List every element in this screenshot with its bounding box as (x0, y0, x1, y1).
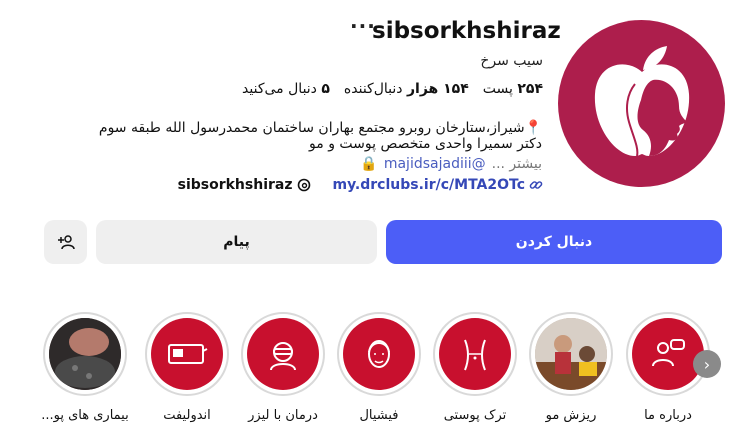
highlight-label: ترک پوستی (443, 408, 507, 423)
highlight-skin-diseases[interactable]: بیماری های پو... (40, 312, 130, 423)
posts-count[interactable]: ۲۵۴ پست (483, 81, 543, 97)
message-button[interactable]: پیام (96, 220, 377, 264)
laser-face-icon (270, 342, 296, 371)
profile-avatar[interactable] (558, 20, 725, 187)
body-torso-icon (464, 339, 486, 371)
followers-count[interactable]: ۱۵۴ هزار دنبال‌کننده (344, 81, 469, 97)
bio-line-address: 📍شیراز،ستارخان روبرو مجتمع بهاران ساختما… (98, 120, 542, 136)
bio-more-row: بیشتر ... @majidsajadiii 🔒 (360, 156, 542, 172)
highlight-label: درمان با لیزر (248, 408, 318, 423)
follow-button[interactable]: دنبال کردن (386, 220, 722, 264)
chat-people-icon (652, 339, 685, 367)
highlight-stretch-marks[interactable]: ترک پوستی (430, 312, 520, 423)
suggest-users-button[interactable] (44, 220, 87, 264)
profile-bio: 📍شیراز،ستارخان روبرو مجتمع بهاران ساختما… (99, 120, 542, 152)
profile-full-name: سیب سرخ (480, 53, 543, 69)
profile-stats: ۲۵۴ پست ۱۵۴ هزار دنبال‌کننده ۵ دنبال می‌… (242, 81, 543, 97)
device-icon (168, 344, 208, 364)
website-link[interactable]: my.drclubs.ir/c/MTA2OTc (333, 177, 544, 193)
highlight-label: فیشیال (359, 408, 399, 423)
highlight-facial[interactable]: فیشیال (334, 312, 424, 423)
highlight-label: اندولیفت (163, 408, 211, 423)
profile-username: sibsorkhshiraz (372, 18, 561, 44)
add-person-icon (57, 235, 75, 250)
highlight-endolift[interactable]: اندولیفت (142, 312, 232, 423)
threads-link[interactable]: sibsorkhshiraz (178, 177, 311, 193)
highlights-next-arrow-icon[interactable]: › (693, 350, 721, 378)
threads-icon (297, 178, 310, 192)
apple-woman-logo-icon (594, 45, 689, 156)
highlight-laser-treatment[interactable]: درمان با لیزر (238, 312, 328, 423)
highlight-hair-loss[interactable]: ریزش مو (526, 312, 616, 423)
highlight-label: بیماری های پو... (41, 408, 129, 423)
lock-icon: 🔒 (360, 156, 378, 172)
face-icon (368, 340, 390, 368)
bio-line-doctor: دکتر سمیرا واحدی متخصص پوست و مو (309, 136, 542, 152)
highlight-label: درباره ما (644, 408, 692, 423)
link-chain-icon (529, 181, 543, 189)
bio-more-link[interactable]: بیشتر ... (492, 156, 542, 172)
following-count[interactable]: ۵ دنبال می‌کنید (242, 81, 330, 97)
highlight-label: ریزش مو (545, 408, 597, 423)
profile-links-row: sibsorkhshiraz my.drclubs.ir/c/MTA2OTc (178, 177, 543, 193)
skin-photo-icon (49, 318, 121, 390)
bio-mention-link[interactable]: @majidsajadiii (384, 156, 486, 172)
hair-loss-photo-icon (535, 318, 607, 390)
